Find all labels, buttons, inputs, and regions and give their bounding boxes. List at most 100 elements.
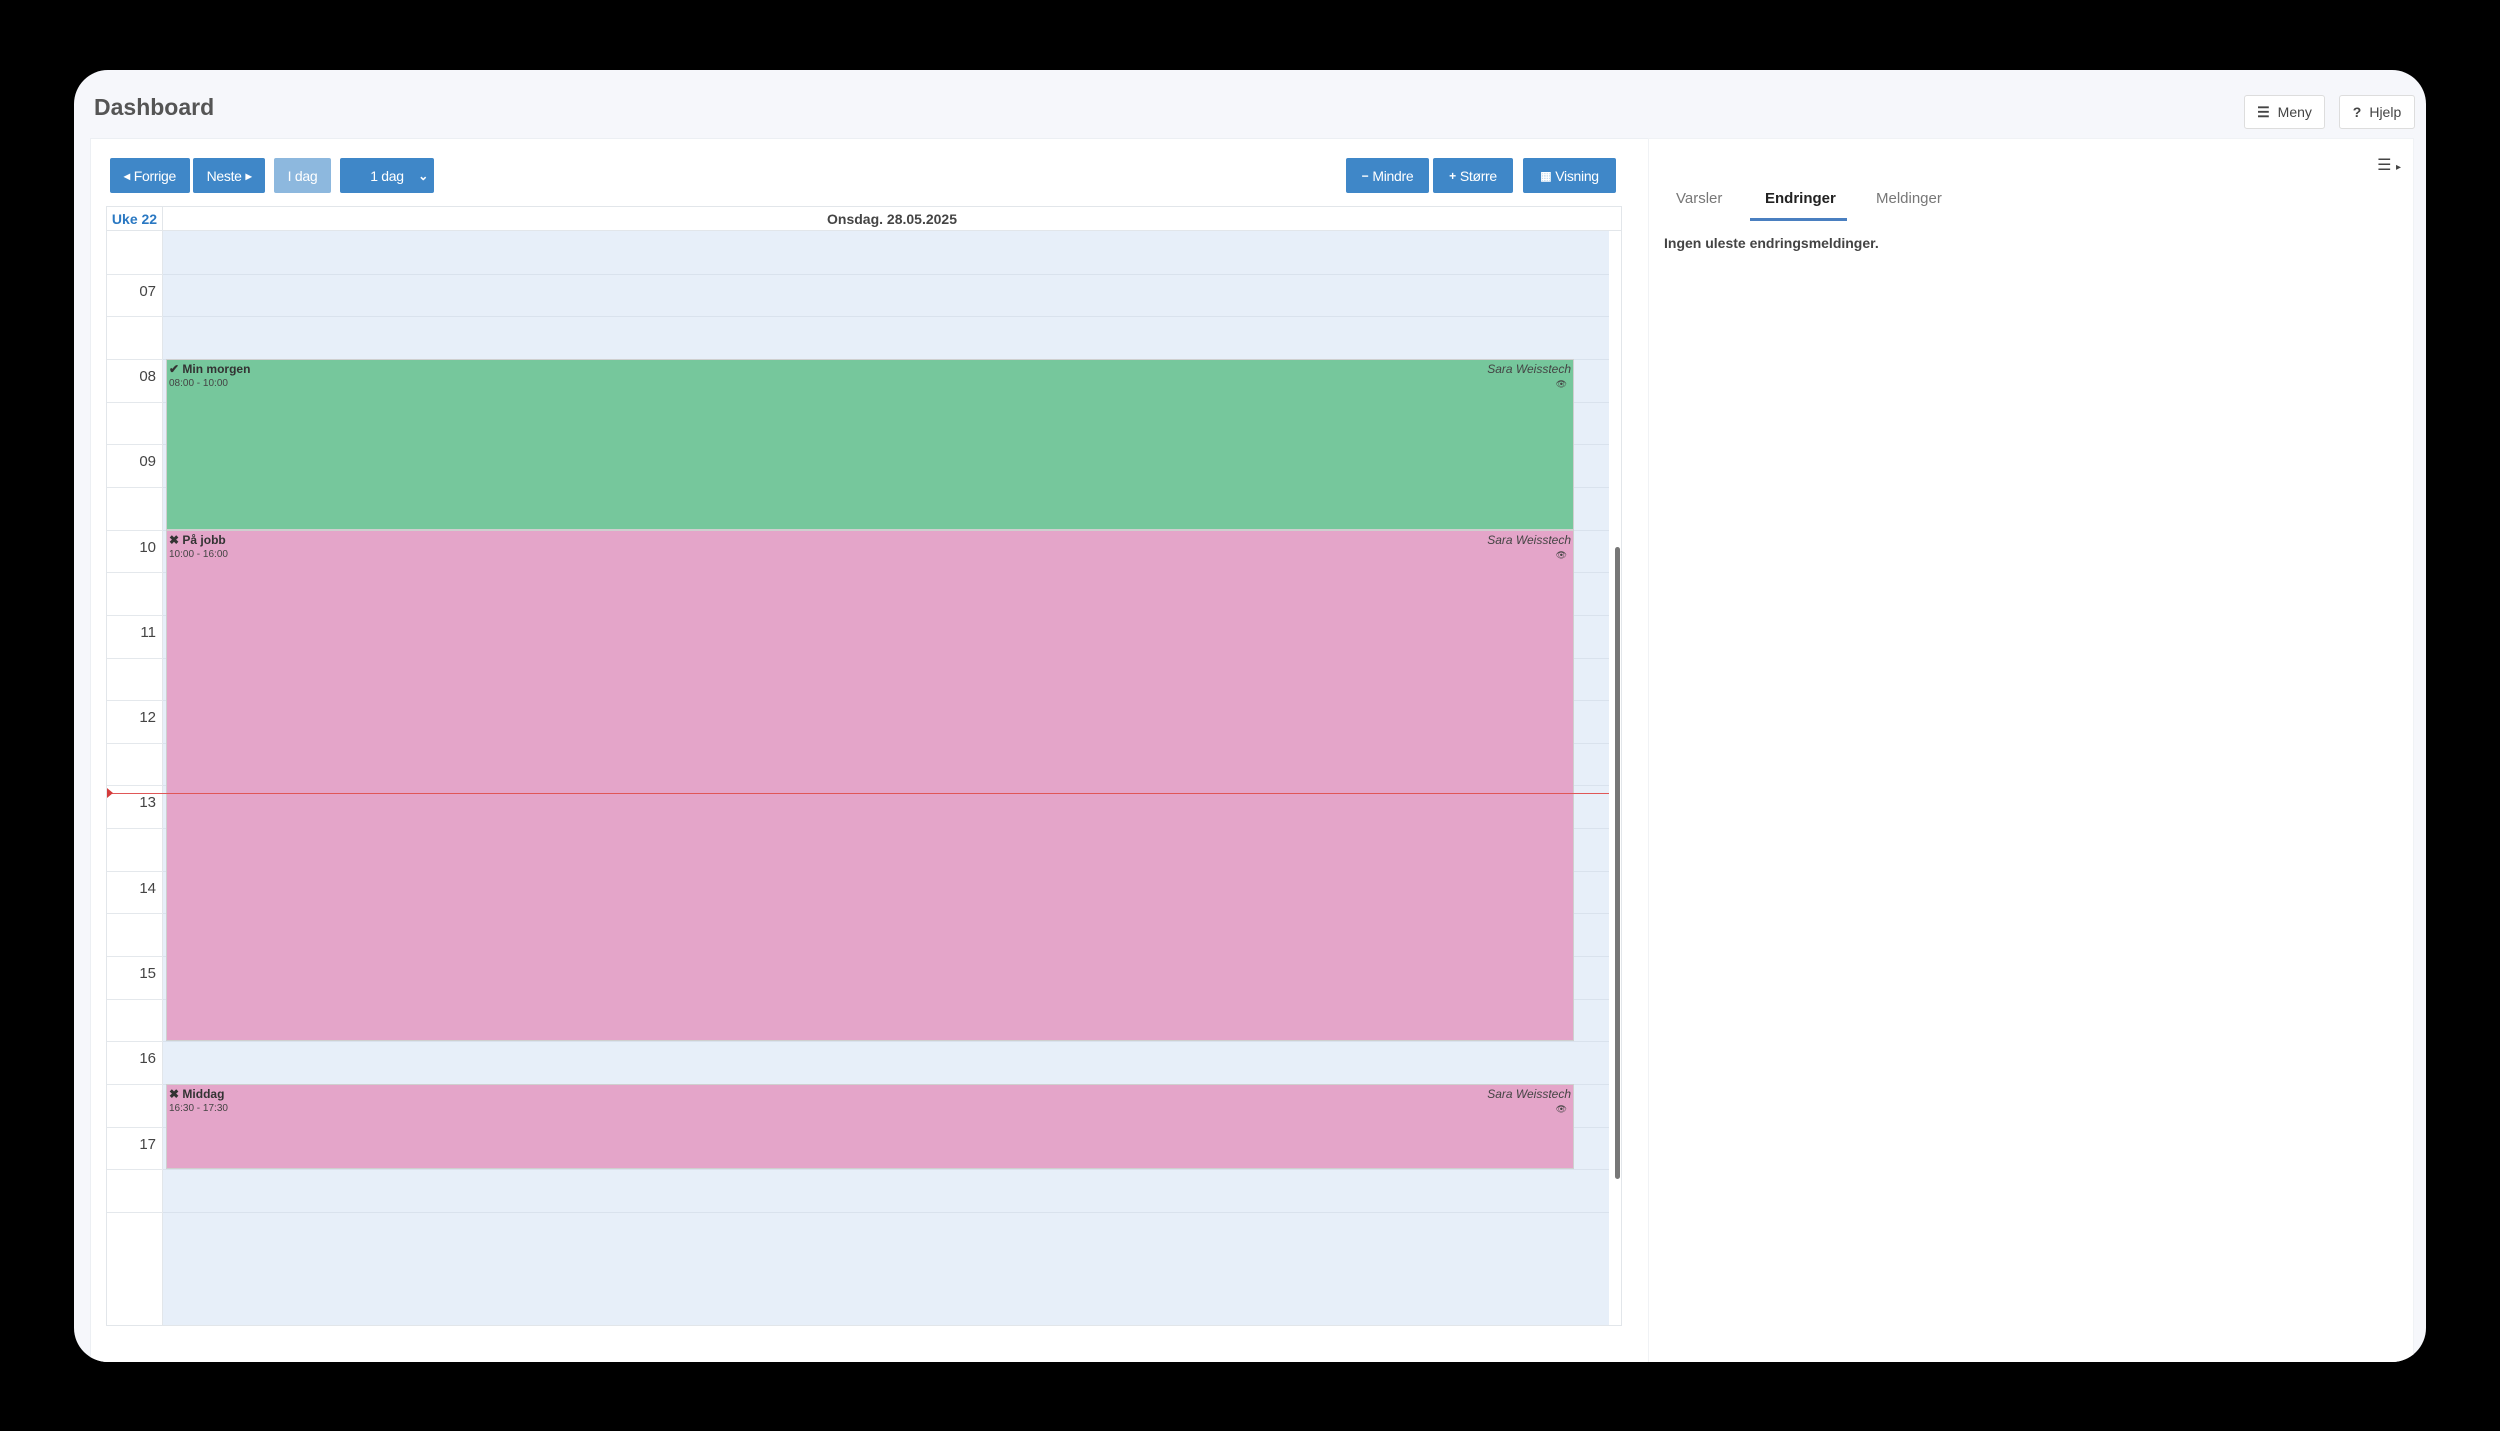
app-screen: Dashboard ☰ Meny ? Hjelp ◂ Forrige Neste…	[74, 70, 2426, 1362]
range-select[interactable]: 1 dag ⌄	[340, 158, 434, 193]
view-button-label: Visning	[1555, 167, 1599, 184]
help-button[interactable]: ? Hjelp	[2339, 95, 2415, 129]
event-owner: Sara Weisstech	[1487, 532, 1571, 547]
prev-button[interactable]: ◂ Forrige	[110, 158, 190, 193]
calendar-event[interactable]: ✖ Middag 16:30 - 17:30 Sara Weisstech 👁	[166, 1084, 1574, 1170]
tab-meldinger[interactable]: Meldinger	[1876, 190, 1942, 207]
event-title: ✖ På jobb	[169, 533, 226, 547]
gutter-line	[107, 1041, 163, 1043]
hour-label: 13	[139, 794, 156, 812]
calendar-event[interactable]: ✔ Min morgen 08:00 - 10:00 Sara Weisstech 👁	[166, 358, 1574, 530]
gutter-line	[107, 956, 163, 958]
day-label: Onsdag. 28.05.2025	[827, 211, 957, 227]
gutter-line	[107, 358, 163, 360]
vertical-scrollbar[interactable]	[1615, 547, 1620, 1179]
hour-label: 08	[139, 367, 156, 385]
week-label[interactable]: Uke 22	[107, 207, 163, 231]
cross-icon: ✖	[169, 532, 180, 547]
hour-label: 09	[139, 453, 156, 471]
today-button-label: I dag	[287, 167, 318, 184]
gutter-line	[107, 444, 163, 446]
event-time: 10:00 - 16:00	[169, 548, 228, 560]
eye-icon: 👁	[1555, 378, 1567, 389]
current-time-line	[107, 792, 1609, 794]
current-time-marker-icon	[107, 787, 113, 798]
gutter-line	[107, 401, 163, 403]
hamburger-icon: ☰	[2257, 103, 2270, 120]
hour-label: 11	[140, 623, 156, 641]
chevron-down-icon: ⌄	[418, 168, 428, 183]
caret-right-icon: ▸	[2395, 162, 2401, 173]
empty-message: Ingen uleste endringsmeldinger.	[1664, 235, 1879, 251]
event-title-text: Middag	[182, 1087, 225, 1101]
calendar-icon: ▦	[1540, 168, 1552, 183]
calendar-header: Uke 22 Onsdag. 28.05.2025	[107, 207, 1621, 231]
gutter-line	[107, 316, 163, 318]
eye-icon: 👁	[1555, 1104, 1567, 1114]
time-gutter: 07 08 09 10 11 12 13 14 15 16 17	[107, 231, 163, 1325]
gutter-line	[107, 1169, 163, 1171]
event-owner: Sara Weisstech	[1487, 1087, 1571, 1101]
gutter-line	[107, 998, 163, 1000]
smaller-button-label: Mindre	[1372, 167, 1414, 184]
question-icon: ?	[2352, 104, 2362, 120]
device-frame: Dashboard ☰ Meny ? Hjelp ◂ Forrige Neste…	[0, 0, 2500, 1431]
smaller-button[interactable]: − Mindre	[1346, 158, 1429, 193]
gutter-line	[107, 870, 163, 872]
gutter-line	[107, 913, 163, 915]
check-icon: ✔	[169, 361, 180, 376]
event-title-text: På jobb	[182, 532, 226, 547]
side-panel: ☰ ▸	[1648, 138, 2414, 1362]
eye-icon: 👁	[1555, 549, 1567, 560]
gutter-line	[107, 1211, 163, 1213]
gutter-line	[107, 700, 163, 702]
grid-line	[163, 316, 1609, 318]
grid-line	[163, 1211, 1609, 1213]
hour-label: 15	[139, 965, 156, 983]
gutter-line	[107, 742, 163, 744]
gutter-line	[107, 486, 163, 488]
help-button-label: Hjelp	[2369, 104, 2402, 120]
hour-label: 10	[139, 538, 156, 556]
next-button[interactable]: Neste ▸	[193, 158, 265, 193]
gutter-line	[107, 529, 163, 531]
grid-line	[163, 1041, 1609, 1043]
grid-line	[163, 1169, 1609, 1171]
prev-button-label: Forrige	[133, 167, 177, 184]
hour-label: 17	[139, 1135, 156, 1153]
side-panel-menu-button[interactable]: ☰ ▸	[2377, 155, 2401, 175]
hour-label: 07	[139, 282, 156, 300]
gutter-line	[107, 1126, 163, 1128]
list-icon: ☰	[2377, 157, 2392, 174]
caret-left-icon: ◂	[124, 168, 130, 183]
next-button-label: Neste	[206, 167, 242, 184]
day-calendar: Uke 22 Onsdag. 28.05.2025 07 08 09 10 11 12 13…	[106, 206, 1622, 1326]
menu-button[interactable]: ☰ Meny	[2244, 95, 2325, 129]
hour-label: 12	[139, 709, 156, 727]
gutter-line	[107, 273, 163, 275]
calendar-event[interactable]: ✖ På jobb 10:00 - 16:00 Sara Weisstech 👁	[166, 529, 1574, 1042]
event-title-text: Min morgen	[182, 361, 251, 376]
gutter-line	[107, 572, 163, 574]
gutter-line	[107, 1084, 163, 1085]
page-title: Dashboard	[94, 94, 215, 120]
tab-varsler[interactable]: Varsler	[1676, 190, 1722, 207]
view-button[interactable]: ▦ Visning	[1523, 158, 1616, 193]
range-select-value: 1 dag	[370, 167, 404, 184]
larger-button-label: Større	[1459, 167, 1497, 184]
caret-right-icon: ▸	[245, 168, 252, 183]
day-column[interactable]: ✔ Min morgen 08:00 - 10:00 Sara Weisstech 👁…	[163, 231, 1609, 1325]
cross-icon: ✖	[169, 1087, 180, 1101]
event-time: 08:00 - 10:00	[169, 377, 228, 389]
hour-label: 16	[139, 1050, 156, 1068]
gutter-line	[107, 828, 163, 830]
hour-label: 14	[139, 879, 156, 897]
event-title: ✔ Min morgen	[169, 362, 250, 376]
larger-button[interactable]: + Større	[1433, 158, 1513, 193]
today-button[interactable]: I dag	[274, 158, 331, 193]
menu-button-label: Meny	[2277, 104, 2312, 120]
active-tab-indicator	[1750, 218, 1847, 221]
tab-endringer[interactable]: Endringer	[1765, 190, 1836, 207]
minus-icon: −	[1361, 168, 1369, 183]
event-time: 16:30 - 17:30	[169, 1103, 228, 1114]
